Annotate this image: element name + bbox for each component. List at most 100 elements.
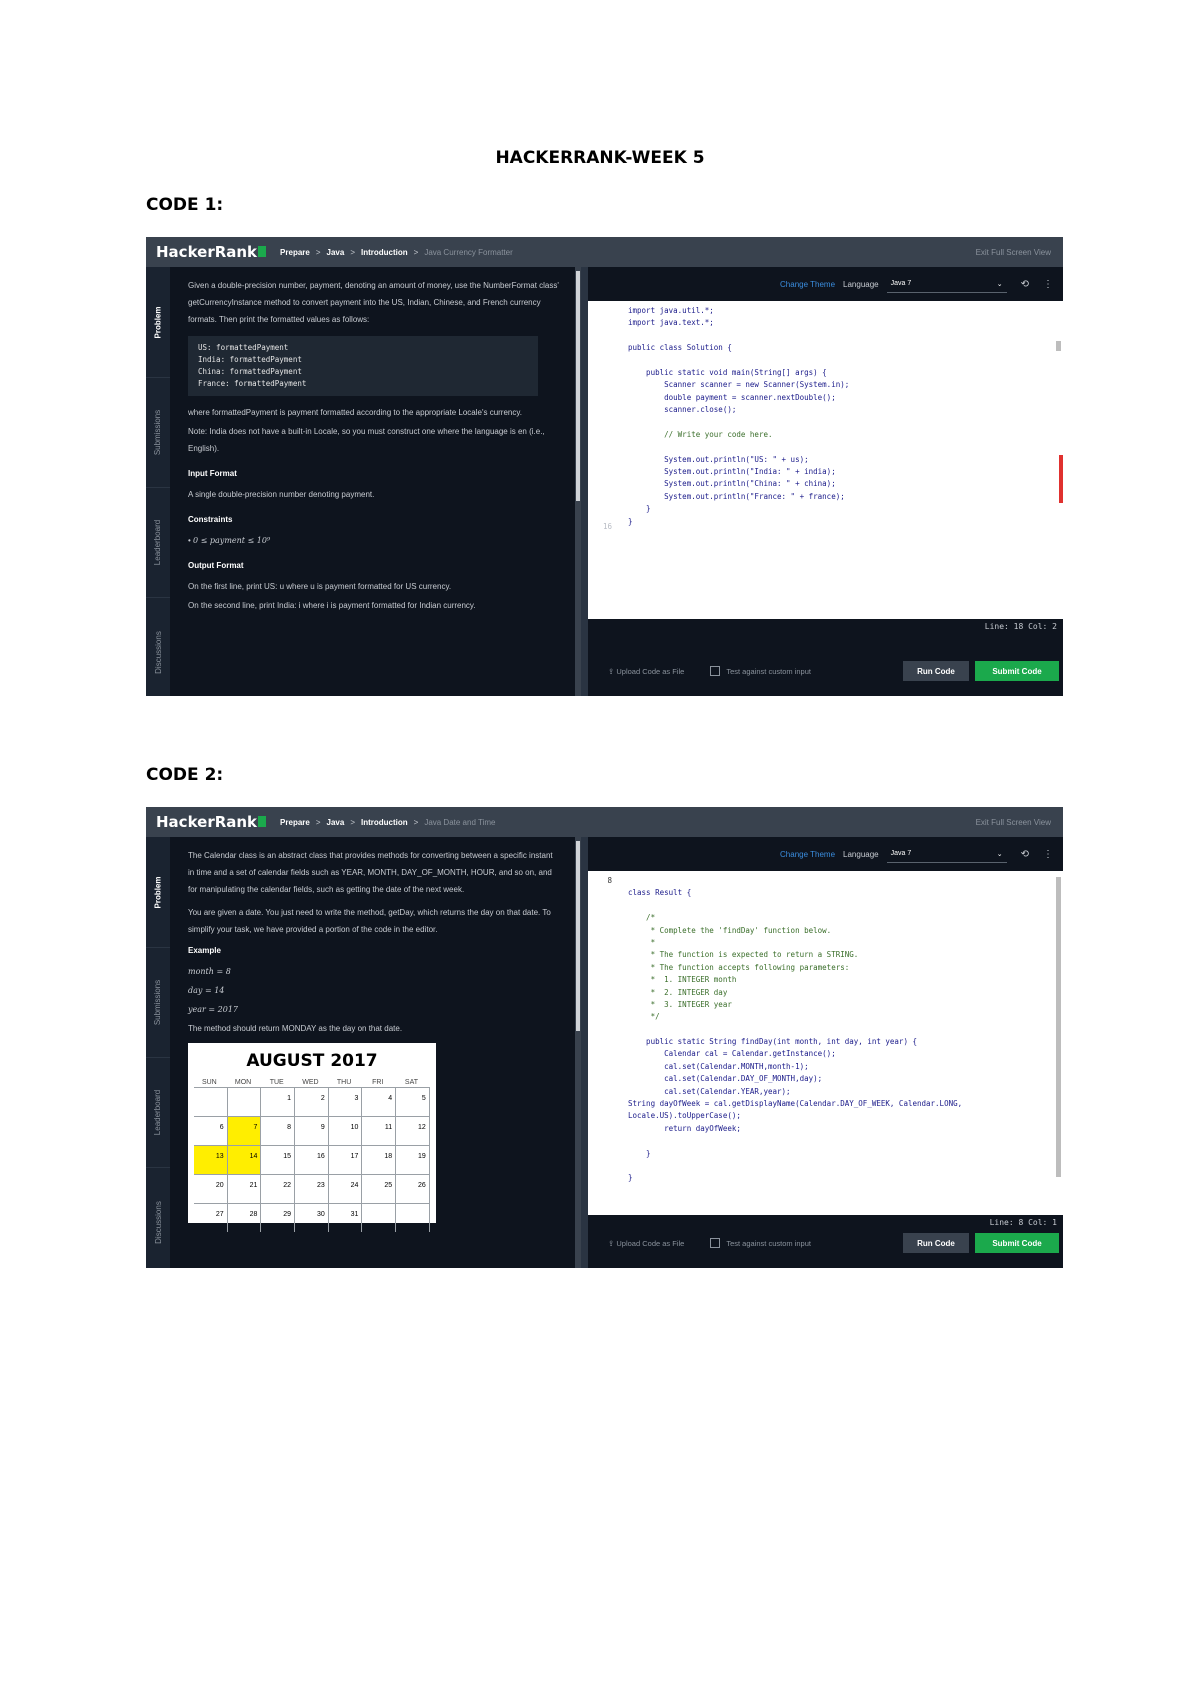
crumb-prepare[interactable]: Prepare	[280, 818, 310, 827]
submit-code-button[interactable]: Submit Code	[975, 661, 1059, 681]
code-line[interactable]: public static String findDay(int month, …	[628, 1036, 1053, 1048]
custom-input-checkbox[interactable]	[710, 1238, 721, 1248]
crumb-java[interactable]: Java	[327, 248, 345, 257]
code-line[interactable]: */	[628, 1011, 1053, 1023]
upload-code-link[interactable]: ⇪ Upload Code as File	[608, 667, 684, 676]
calendar-day: 8	[261, 1117, 296, 1145]
calendar-week-row: 13 14 15 16 17 18 19	[194, 1145, 430, 1174]
code-line[interactable]: import java.util.*;	[628, 305, 1053, 317]
crumb-current: Java Currency Formatter	[424, 247, 513, 257]
code-line[interactable]: System.out.println("US: " + us);	[628, 454, 1053, 466]
code-line[interactable]: System.out.println("China: " + china);	[628, 478, 1053, 490]
code-line[interactable]	[628, 330, 1053, 342]
calendar-weekday: MON	[234, 1079, 252, 1086]
code-line[interactable]: * 3. INTEGER year	[628, 999, 1053, 1011]
tab-discussions[interactable]: Discussions	[146, 597, 170, 696]
language-select[interactable]: Java 7 ⌄	[886, 846, 1007, 863]
code-line[interactable]: public class Solution {	[628, 342, 1053, 354]
code-line[interactable]: double payment = scanner.nextDouble();	[628, 392, 1053, 404]
code-line[interactable]: cal.set(Calendar.YEAR,year);	[628, 1086, 1053, 1098]
tab-leaderboard[interactable]: Leaderboard	[146, 1057, 170, 1168]
tab-submissions[interactable]: Submissions	[146, 377, 170, 488]
crumb-prepare[interactable]: Prepare	[280, 248, 310, 257]
code-line[interactable]: import java.text.*;	[628, 317, 1053, 329]
calendar-day: 2	[295, 1088, 329, 1116]
exit-fullscreen-link[interactable]: Exit Full Screen View	[976, 248, 1051, 257]
output-format-line-1: On the first line, print US: u where u i…	[188, 582, 452, 591]
calendar-day: 25	[362, 1175, 397, 1203]
more-options-icon[interactable]: ⋮	[1043, 849, 1053, 860]
code-line[interactable]: class Result {	[628, 887, 1053, 899]
example-result: The method should return MONDAY as the d…	[188, 1024, 403, 1033]
code-line[interactable]: cal.set(Calendar.MONTH,month-1);	[628, 1061, 1053, 1073]
code-lines[interactable]: import java.util.*; import java.text.*; pu…	[628, 305, 1053, 528]
code-line[interactable]	[628, 1135, 1053, 1147]
code-line[interactable]	[628, 1160, 1053, 1172]
code-line[interactable]	[628, 355, 1053, 367]
submit-code-button[interactable]: Submit Code	[975, 1233, 1059, 1253]
code-line[interactable]: }	[628, 503, 1053, 515]
code-line[interactable]: }	[628, 1172, 1053, 1184]
history-icon[interactable]: ⟲	[1021, 279, 1029, 290]
code-line[interactable]: // Write your code here.	[628, 429, 1053, 441]
code-line[interactable]: * The function is expected to return a S…	[628, 949, 1053, 961]
code-line[interactable]	[628, 1024, 1053, 1036]
code-line[interactable]: scanner.close();	[628, 404, 1053, 416]
code-line[interactable]: Scanner scanner = new Scanner(System.in)…	[628, 379, 1053, 391]
code-line[interactable]: }	[628, 1148, 1053, 1160]
hackerrank-logo[interactable]: HackerRank	[156, 243, 267, 261]
calendar-day: 22	[261, 1175, 296, 1203]
crumb-introduction[interactable]: Introduction	[361, 818, 408, 827]
calendar-day: 5	[396, 1088, 430, 1116]
change-theme-button[interactable]: Change Theme	[780, 850, 835, 859]
history-icon[interactable]: ⟲	[1021, 849, 1029, 860]
code-editor[interactable]: 16 import java.util.*; import java.text.*…	[588, 301, 1063, 619]
code-line[interactable]: Locale.US).toUpperCase();	[628, 1110, 1053, 1122]
crumb-java[interactable]: Java	[327, 818, 345, 827]
crumb-introduction[interactable]: Introduction	[361, 248, 408, 257]
code-line[interactable]: Calendar cal = Calendar.getInstance();	[628, 1048, 1053, 1060]
change-theme-button[interactable]: Change Theme	[780, 280, 835, 289]
code-line[interactable]: String dayOfWeek = cal.getDisplayName(Ca…	[628, 1098, 1053, 1110]
code-line[interactable]: * 2. INTEGER day	[628, 987, 1053, 999]
code-line[interactable]: /*	[628, 912, 1053, 924]
custom-input-checkbox[interactable]	[710, 666, 721, 676]
calendar-day: 7	[227, 1117, 262, 1145]
tab-leaderboard[interactable]: Leaderboard	[146, 487, 170, 598]
more-options-icon[interactable]: ⋮	[1043, 279, 1053, 290]
calendar-day: 3	[329, 1088, 363, 1116]
code-lines[interactable]: class Result { /* * Complete the 'findDa…	[628, 875, 1053, 1185]
hackerrank-logo[interactable]: HackerRank	[156, 813, 267, 831]
calendar-day: 13	[194, 1146, 228, 1174]
tab-discussions[interactable]: Discussions	[146, 1167, 170, 1268]
run-code-button[interactable]: Run Code	[903, 1233, 969, 1253]
code-line[interactable]: * The function accepts following paramet…	[628, 962, 1053, 974]
calendar-day: 12	[396, 1117, 430, 1145]
upload-code-link[interactable]: ⇪ Upload Code as File	[608, 1239, 684, 1248]
pane-splitter-handle[interactable]	[581, 267, 588, 696]
exit-fullscreen-link[interactable]: Exit Full Screen View	[976, 818, 1051, 827]
code-line[interactable]: * 1. INTEGER month	[628, 974, 1053, 986]
example-day: day = 14	[188, 986, 225, 995]
code-line[interactable]: *	[628, 937, 1053, 949]
editor-scroll-thumb[interactable]	[1056, 341, 1061, 351]
code-line[interactable]	[628, 875, 1053, 887]
code-line[interactable]	[628, 900, 1053, 912]
code-line[interactable]: public static void main(String[] args) {	[628, 367, 1053, 379]
code-line[interactable]: System.out.println("India: " + india);	[628, 466, 1053, 478]
code-line[interactable]: return dayOfWeek;	[628, 1123, 1053, 1135]
language-select[interactable]: Java 7 ⌄	[886, 276, 1007, 293]
code-line[interactable]: * Complete the 'findDay' function below.	[628, 925, 1053, 937]
pane-splitter-handle[interactable]	[581, 837, 588, 1268]
tab-submissions[interactable]: Submissions	[146, 947, 170, 1058]
code-line[interactable]	[628, 417, 1053, 429]
code-editor[interactable]: 8 class Result { /* * Complete the 'find…	[588, 871, 1063, 1215]
run-code-button[interactable]: Run Code	[903, 661, 969, 681]
editor-scroll-thumb[interactable]	[1056, 877, 1061, 1177]
tab-problem[interactable]: Problem	[146, 267, 170, 378]
tab-problem[interactable]: Problem	[146, 837, 170, 948]
code-line[interactable]: System.out.println("France: " + france);	[628, 491, 1053, 503]
code-line[interactable]: }	[628, 516, 1053, 528]
code-line[interactable]: cal.set(Calendar.DAY_OF_MONTH,day);	[628, 1073, 1053, 1085]
code-line[interactable]	[628, 441, 1053, 453]
